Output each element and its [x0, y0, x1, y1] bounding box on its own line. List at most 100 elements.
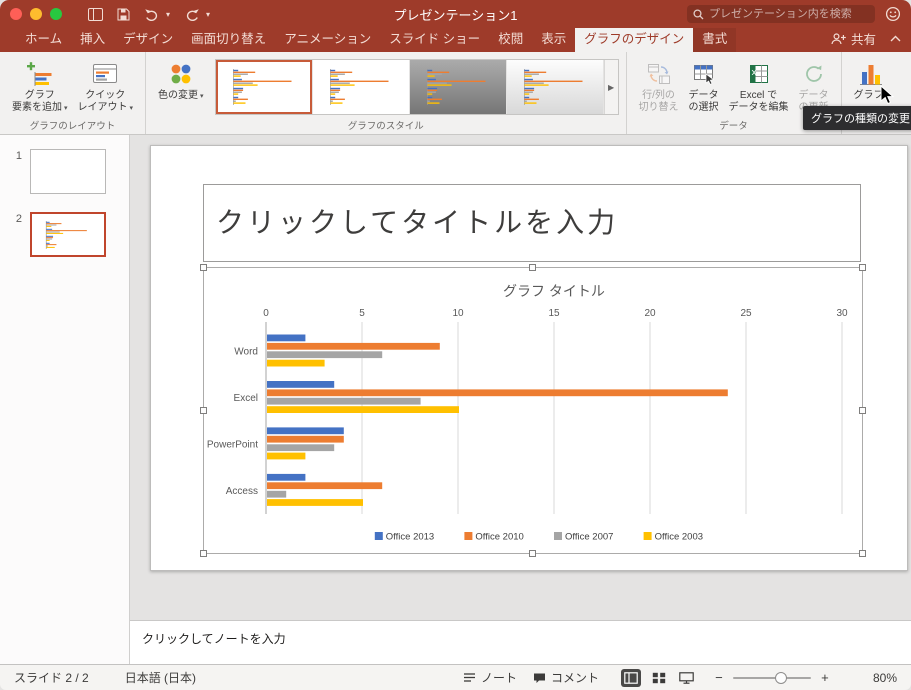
tooltip-change-chart-type: グラフの種類の変更 — [803, 106, 911, 130]
change-chart-type-label: グラフ — [853, 90, 884, 101]
slide-1-row: 1 — [0, 149, 129, 194]
chart-style-option-2[interactable] — [312, 60, 410, 114]
edit-data-in-excel-button[interactable]: Excel でデータを編集 — [724, 57, 794, 116]
chart-resize-handle-se[interactable] — [859, 550, 866, 557]
slide-2-thumbnail[interactable] — [30, 212, 106, 257]
bar-chart[interactable]: 0 5 10 15 20 25 30 Word Excel PowerPoint Access グラフ… — [204, 268, 862, 553]
svg-text:Word: Word — [234, 346, 258, 357]
chart-style-option-4[interactable] — [506, 60, 604, 114]
close-window-button[interactable] — [10, 8, 22, 20]
quick-layout-icon — [91, 59, 119, 89]
chart-resize-handle-n[interactable] — [529, 264, 536, 271]
ribbon: グラフ 要素を追加 ▾ クイック レイアウト ▾ グラフのレイアウト 色の変更 … — [0, 52, 911, 135]
undo-menu-caret-icon[interactable]: ▾ — [166, 10, 170, 19]
quick-layout-label-1: クイック — [85, 90, 126, 101]
slide-1-thumbnail[interactable] — [30, 149, 106, 194]
minimize-window-button[interactable] — [30, 8, 42, 20]
normal-view-button[interactable] — [620, 668, 641, 687]
svg-text:5: 5 — [359, 308, 365, 319]
svg-text:15: 15 — [548, 308, 560, 319]
chart-resize-handle-s[interactable] — [529, 550, 536, 557]
title-bar: ▾ ▾ プレゼンテーション1 — [0, 0, 911, 28]
tab-transitions[interactable]: 画面切り替え — [182, 24, 275, 52]
svg-text:10: 10 — [452, 308, 464, 319]
zoom-out-button[interactable]: − — [713, 670, 725, 685]
change-colors-button[interactable]: 色の変更 ▾ — [153, 57, 209, 104]
share-label: 共有 — [850, 33, 876, 47]
add-chart-element-label-1: グラフ — [24, 90, 55, 101]
slide-title-placeholder[interactable]: クリックしてタイトルを入力 — [203, 184, 861, 262]
select-data-label-1: データ — [688, 90, 719, 101]
tab-animations[interactable]: アニメーション — [275, 24, 380, 52]
quick-layout-button[interactable]: クイック レイアウト ▾ — [73, 57, 139, 116]
comments-toggle-button[interactable]: コメント — [533, 669, 599, 686]
zoom-in-button[interactable]: + — [819, 670, 831, 685]
slide-2-editing-surface[interactable]: クリックしてタイトルを入力 0 5 10 15 20 25 30 Word Excel Power… — [150, 145, 908, 571]
change-chart-type-caret-icon: ▾ — [885, 93, 890, 100]
switch-row-column-label-2: 切り替え — [638, 102, 679, 113]
svg-text:PowerPoint: PowerPoint — [207, 439, 258, 450]
select-data-button[interactable]: データ の選択 — [684, 57, 724, 116]
zoom-level[interactable]: 80% — [873, 671, 897, 685]
add-chart-element-icon — [26, 59, 54, 89]
change-chart-type-icon — [858, 59, 884, 89]
zoom-slider[interactable] — [732, 671, 811, 685]
slideshow-view-button[interactable] — [677, 669, 697, 687]
notes-pane[interactable]: クリックしてノートを入力 — [130, 620, 911, 664]
language-indicator[interactable]: 日本語 (日本) — [125, 669, 196, 686]
toolbar-options-caret-icon[interactable]: ▾ — [206, 10, 210, 19]
undo-icon[interactable] — [144, 8, 160, 21]
ribbon-tabs: ホーム 挿入 デザイン 画面切り替え アニメーション スライド ショー 校閲 表… — [0, 24, 911, 52]
chart-resize-handle-w[interactable] — [200, 406, 207, 414]
chart-style-option-1[interactable] — [215, 60, 313, 114]
svg-text:Office 2003: Office 2003 — [655, 532, 703, 543]
redo-icon[interactable] — [184, 8, 200, 21]
tab-design[interactable]: デザイン — [114, 24, 182, 52]
collapse-ribbon-icon[interactable] — [890, 35, 901, 42]
share-button[interactable]: 共有 — [831, 29, 876, 48]
notes-icon — [463, 672, 476, 683]
svg-text:0: 0 — [263, 308, 269, 319]
chart-resize-handle-nw[interactable] — [200, 264, 207, 271]
add-chart-element-caret-icon: ▾ — [64, 105, 68, 112]
svg-text:Excel: Excel — [234, 393, 258, 404]
slide-sorter-view-button[interactable] — [649, 669, 669, 687]
slide-thumbnails-panel: 1 2 — [0, 135, 130, 664]
tab-review[interactable]: 校閲 — [489, 24, 532, 52]
change-chart-type-button[interactable]: グラフ ▾ — [849, 57, 895, 104]
search-icon — [693, 8, 704, 20]
tab-slideshow[interactable]: スライド ショー — [380, 24, 489, 52]
tab-chart-design[interactable]: グラフのデザイン — [575, 24, 694, 52]
svg-text:20: 20 — [644, 308, 656, 319]
zoom-window-button[interactable] — [50, 8, 62, 20]
add-person-icon — [831, 32, 846, 45]
select-data-icon — [692, 59, 716, 89]
tab-home[interactable]: ホーム — [16, 24, 71, 52]
chart-styles-group-label: グラフのスタイル — [347, 121, 424, 132]
add-chart-element-label-2: 要素を追加 — [12, 102, 62, 113]
notes-toggle-button[interactable]: ノート — [463, 669, 517, 686]
add-chart-element-button[interactable]: グラフ 要素を追加 ▾ — [7, 57, 73, 116]
svg-text:Office 2007: Office 2007 — [565, 532, 613, 543]
window-layout-icon[interactable] — [88, 7, 103, 21]
zoom-slider-track — [732, 676, 811, 679]
chart-object[interactable]: 0 5 10 15 20 25 30 Word Excel PowerPoint Access グラフ… — [200, 264, 866, 557]
chart-style-option-3[interactable] — [409, 60, 507, 114]
slide-2-mini-chart — [45, 220, 87, 249]
switch-row-column-button: 行/列の 切り替え — [634, 57, 684, 116]
search-box[interactable] — [687, 5, 875, 23]
chart-resize-handle-sw[interactable] — [200, 550, 207, 557]
tab-format[interactable]: 書式 — [693, 24, 737, 52]
tab-view[interactable]: 表示 — [532, 24, 575, 52]
tab-insert[interactable]: 挿入 — [71, 24, 114, 52]
save-icon[interactable] — [117, 8, 130, 21]
edit-data-in-excel-label-2: データを編集 — [728, 102, 789, 113]
svg-text:Office 2010: Office 2010 — [475, 532, 523, 543]
chart-resize-handle-ne[interactable] — [859, 264, 866, 271]
chart-resize-handle-e[interactable] — [859, 406, 866, 414]
smiley-feedback-icon[interactable] — [885, 6, 901, 22]
edit-data-in-excel-label-1: Excel で — [739, 90, 778, 101]
zoom-slider-knob[interactable] — [774, 671, 787, 684]
gallery-scroll-right-button[interactable]: ▶ — [603, 60, 618, 114]
search-input[interactable] — [709, 8, 869, 20]
